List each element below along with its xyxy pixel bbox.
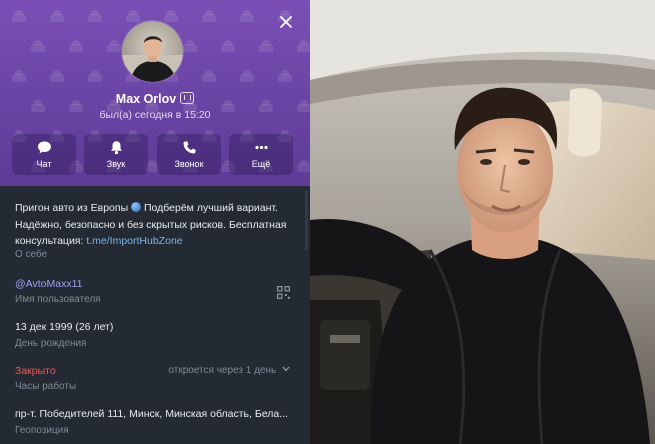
hours-status[interactable]: Закрыто [15,365,56,377]
avatar[interactable] [121,20,184,83]
profile-header: Max Orlov был(а) сегодня в 15:20 Чат Зву… [0,0,310,186]
bell-icon [84,140,148,155]
address-caption: Геопозиция [15,425,69,436]
car-pattern-icon [126,10,140,22]
bio-link[interactable]: t.me/ImportHubZone [86,235,182,247]
bio-caption: О себе [15,249,48,260]
profile-panel: Max Orlov был(а) сегодня в 15:20 Чат Зву… [0,0,310,444]
profile-name: Max Orlov [115,92,177,106]
username-caption: Имя пользователя [15,294,101,305]
call-button[interactable]: Звонок [157,134,221,175]
scrollbar[interactable] [305,190,308,250]
last-seen-status: был(а) сегодня в 15:20 [99,109,211,121]
close-icon[interactable] [276,12,296,32]
car-pattern-icon [297,160,310,172]
action-buttons: Чат Звук Звонок Ещё [12,134,294,175]
car-pattern-icon [12,10,26,22]
car-pattern-icon [202,70,216,82]
car-pattern-icon [164,10,178,22]
car-pattern-icon [31,40,45,52]
sound-button[interactable]: Звук [84,134,148,175]
bio-text: Пригон авто из Европы Подберём лучший ва… [15,200,300,250]
profile-photo [310,0,655,444]
car-pattern-icon [297,40,310,52]
bio-line-1b: Подберём лучший вариант. [143,202,278,214]
car-pattern-icon [50,10,64,22]
profile-photo-viewer [310,0,655,444]
more-button[interactable]: Ещё [229,134,293,175]
car-pattern-icon [107,40,121,52]
car-pattern-icon [259,40,273,52]
car-pattern-icon [202,10,216,22]
chevron-down-icon [282,366,290,372]
chat-button[interactable]: Чат [12,134,76,175]
sound-button-label: Звук [106,159,126,169]
car-pattern-icon [88,70,102,82]
hours-next-text: откроется через 1 день [168,365,277,376]
globe-emoji-icon [131,202,142,212]
car-pattern-icon [50,70,64,82]
bio-line-1: Пригон авто из Европы [15,202,129,214]
car-pattern-icon [183,40,197,52]
profile-info: Пригон авто из Европы Подберём лучший ва… [0,186,310,444]
chat-icon [12,140,76,155]
phone-icon [157,140,221,155]
more-icon [229,140,293,155]
bio-line-3: консультация: [15,235,87,247]
birthday-caption: День рождения [15,338,87,349]
car-pattern-icon [69,40,83,52]
emoji-status-icon[interactable] [180,92,195,104]
call-button-label: Звонок [174,159,204,169]
username-value[interactable]: @AvtoMaxx11 [15,278,82,290]
profile-name-row: Max Orlov [0,92,310,106]
car-pattern-icon [240,10,254,22]
hours-caption: Часы работы [15,381,77,392]
car-pattern-icon [278,70,292,82]
car-pattern-icon [221,40,235,52]
car-pattern-icon [12,70,26,82]
car-pattern-icon [240,70,254,82]
chat-button-label: Чат [36,159,52,169]
address-value[interactable]: пр-т. Победителей 111, Минск, Минская об… [15,408,288,420]
birthday-value: 13 дек 1999 (26 лет) [15,321,114,333]
car-pattern-icon [88,10,102,22]
qr-code-icon[interactable] [277,284,291,300]
hours-next-open[interactable]: откроется через 1 день [168,365,290,376]
more-button-label: Ещё [251,159,271,169]
bio-line-2: Надёжно, безопасно и без скрытых рисков.… [15,218,287,231]
